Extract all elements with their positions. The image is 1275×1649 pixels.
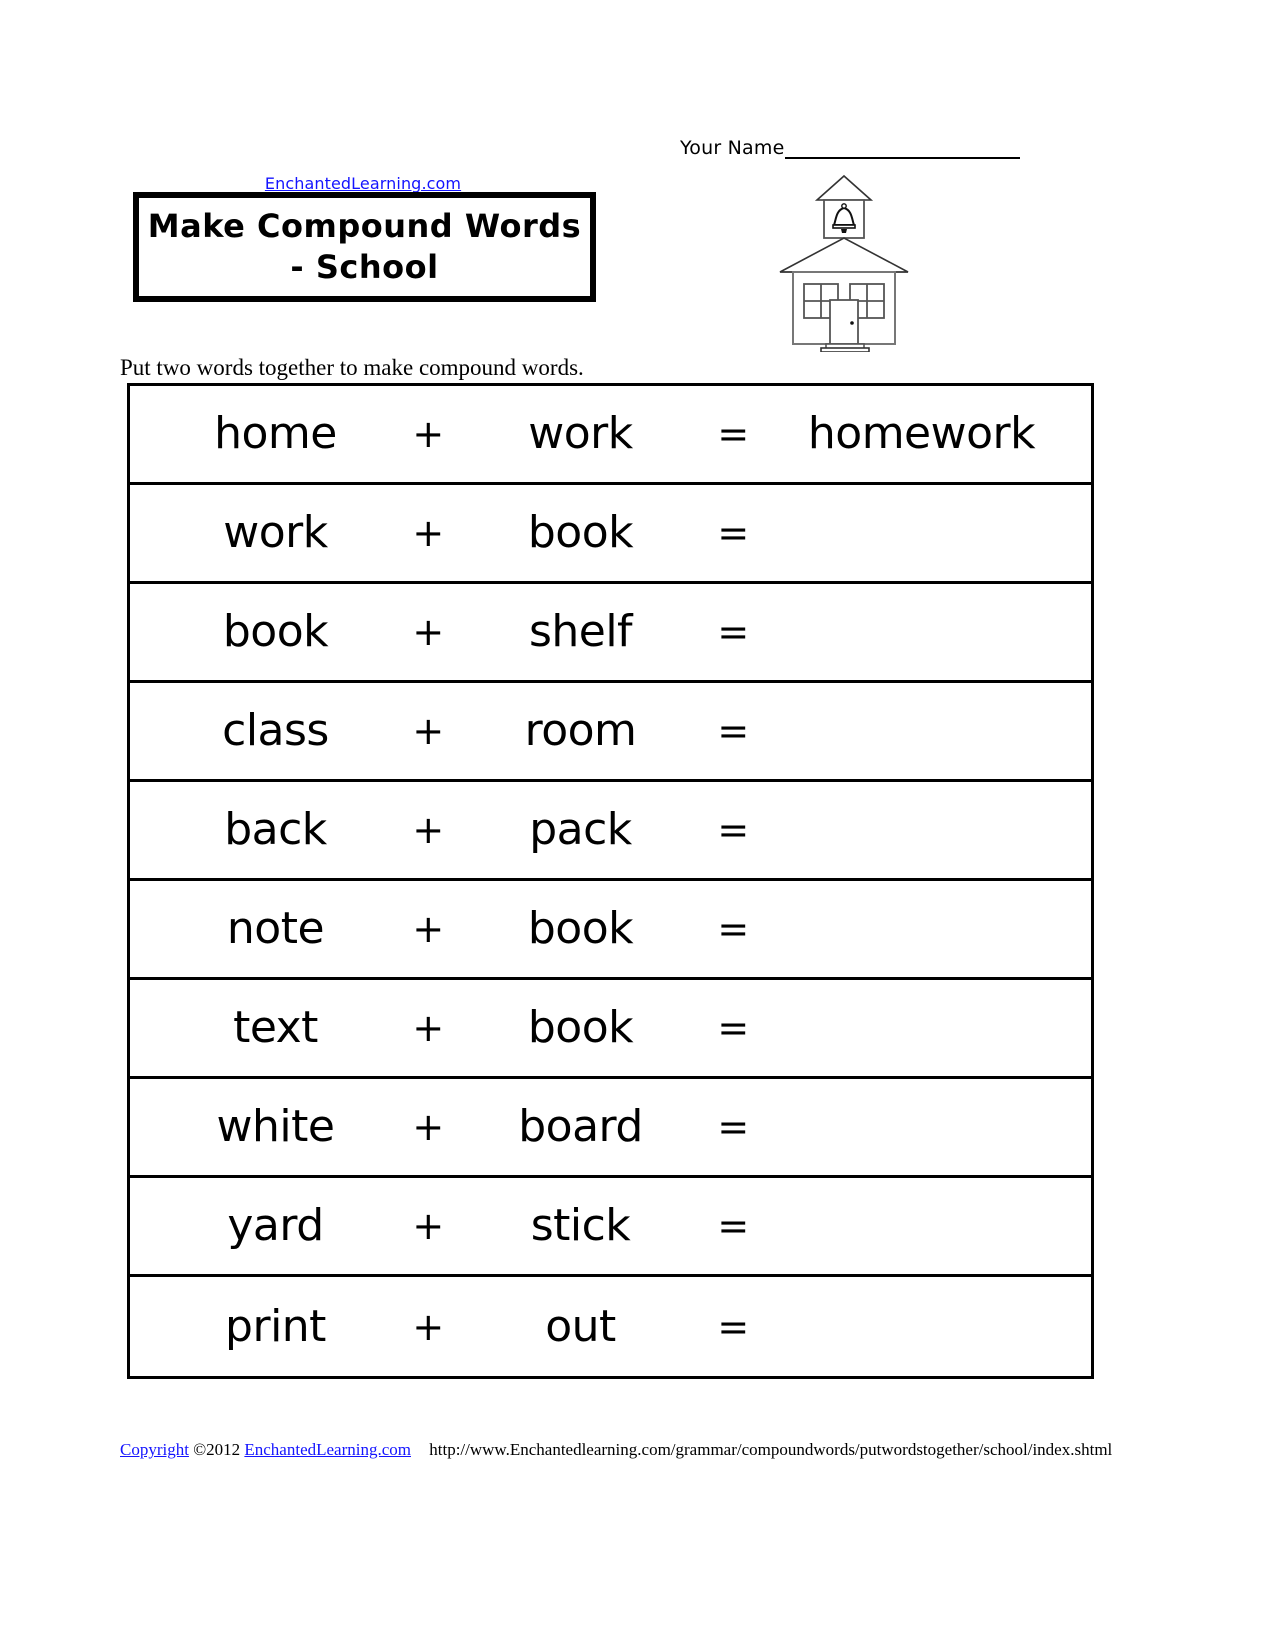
word-cell-first: white <box>216 1101 335 1152</box>
word-cell-first: text <box>233 1002 318 1053</box>
equals-symbol: = <box>717 1105 749 1149</box>
word-cell-first: back <box>224 804 327 855</box>
plus-symbol: + <box>412 709 444 753</box>
word-cell-second: stick <box>530 1200 631 1251</box>
word-cell-second: board <box>518 1101 643 1152</box>
plus-symbol: + <box>412 907 444 951</box>
plus-symbol: + <box>412 1204 444 1248</box>
plus-symbol: + <box>412 610 444 654</box>
word-cell-second: work <box>528 408 633 459</box>
equals-symbol: = <box>717 610 749 654</box>
word-cell-first: home <box>214 408 337 459</box>
equals-symbol: = <box>717 709 749 753</box>
plus-symbol: + <box>412 1006 444 1050</box>
equals-symbol: = <box>717 1006 749 1050</box>
table-row: white + board = <box>130 1079 1091 1178</box>
word-cell-first: print <box>225 1300 326 1352</box>
your-name-rule[interactable] <box>785 138 1020 159</box>
word-cell-second: room <box>524 705 637 756</box>
page-title: Make Compound Words - School <box>147 207 582 286</box>
footer-url: http://www.Enchantedlearning.com/grammar… <box>429 1440 1113 1459</box>
worksheet-title-box: Make Compound Words - School <box>133 192 596 302</box>
equals-symbol: = <box>717 808 749 852</box>
equals-symbol: = <box>717 511 749 555</box>
plus-symbol: + <box>412 511 444 555</box>
word-cell-first: book <box>222 606 329 657</box>
word-cell-first: yard <box>227 1200 324 1251</box>
copyright-link[interactable]: Copyright <box>120 1440 189 1459</box>
word-cell-first: work <box>223 507 328 558</box>
your-name-label: Your Name <box>680 137 785 159</box>
plus-symbol: + <box>412 1105 444 1149</box>
word-cell-second: book <box>527 1002 634 1053</box>
equals-symbol: = <box>717 1304 749 1349</box>
word-cell-second: book <box>527 903 634 954</box>
equals-symbol: = <box>717 1204 749 1248</box>
your-name-field[interactable]: Your Name <box>680 129 1020 159</box>
table-row: yard + stick = <box>130 1178 1091 1277</box>
instructions-text: Put two words together to make compound … <box>120 355 584 380</box>
equals-symbol: = <box>717 412 749 456</box>
footer: Copyright ©2012 EnchantedLearning.com ht… <box>120 1440 1112 1460</box>
plus-symbol: + <box>412 808 444 852</box>
table-row: print + out = <box>130 1277 1091 1376</box>
word-cell-second: out <box>545 1300 616 1352</box>
table-row: class + room = <box>130 683 1091 782</box>
table-row: back + pack = <box>130 782 1091 881</box>
word-cell-second: pack <box>529 804 632 855</box>
answer-blank[interactable]: homework <box>778 412 1091 456</box>
table-row: text + book = <box>130 980 1091 1079</box>
footer-site-link[interactable]: EnchantedLearning.com <box>244 1440 411 1459</box>
schoolhouse-icon <box>762 162 942 353</box>
enchanted-learning-link[interactable]: EnchantedLearning.com <box>128 174 598 193</box>
equals-symbol: = <box>717 907 749 951</box>
word-cell-first: note <box>226 903 325 954</box>
table-row: note + book = <box>130 881 1091 980</box>
plus-symbol: + <box>412 412 444 456</box>
plus-symbol: + <box>412 1304 444 1349</box>
word-cell-second: shelf <box>528 606 633 657</box>
table-row: home + work = homework <box>130 386 1091 485</box>
copyright-year: ©2012 <box>193 1440 241 1459</box>
table-row: work + book = <box>130 485 1091 584</box>
compound-words-table: home + work = homework work + book = book + shelf = c… <box>127 383 1094 1379</box>
table-row: book + shelf = <box>130 584 1091 683</box>
word-cell-second: book <box>527 507 634 558</box>
word-cell-first: class <box>222 705 329 756</box>
